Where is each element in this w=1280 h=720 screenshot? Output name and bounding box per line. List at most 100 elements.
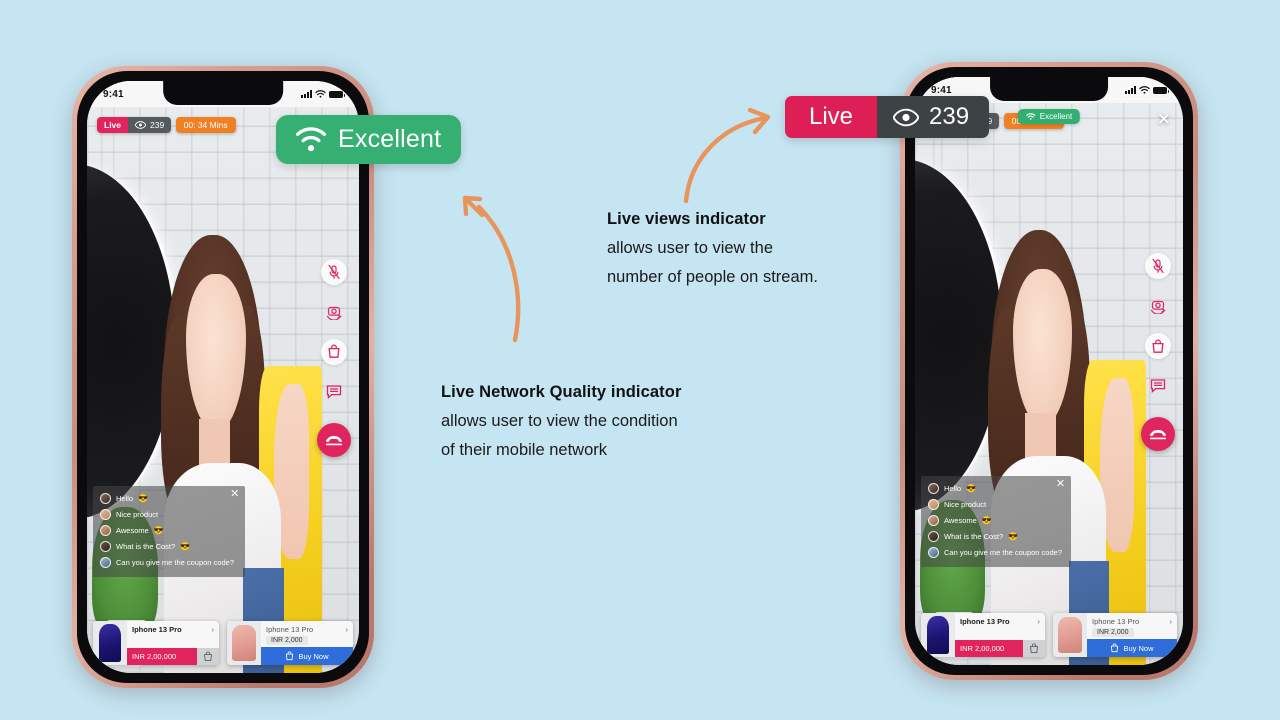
status-bar-icons [301,89,345,99]
chat-message: Can you give me the coupon code? [116,558,234,567]
shopping-bag-icon[interactable] [321,338,347,365]
network-quality-callout: Excellent [276,115,462,164]
avatar [928,515,939,526]
product-card-strip: Iphone 13 Pro › INR 2,00,000 Iphone 13 P… [921,613,1177,657]
product-price: INR 2,00,000 [955,640,1023,657]
list-item: Nice product [100,509,237,520]
product-cta: Buy Now [1087,639,1177,657]
annotation-network-quality: Live Network Quality indicator allows us… [441,383,781,465]
product-card[interactable]: Iphone 13 Pro › INR 2,00,000 [93,621,219,665]
shopping-bag-icon[interactable] [197,648,219,665]
avatar [928,547,939,558]
streamer-person [985,229,1147,665]
live-callout-views-count: 239 [929,103,970,130]
camera-flip-icon[interactable] [321,299,347,325]
annotation-live-views: Live views indicator allows user to view… [607,210,907,292]
blue-dress-image [927,615,949,655]
live-label: Live [97,117,129,133]
avatar [100,525,111,536]
pink-dress-image [1058,616,1082,654]
buy-now-button[interactable]: Buy Now [1087,639,1177,657]
chevron-right-icon[interactable]: › [1169,617,1172,626]
microphone-muted-icon[interactable] [1145,253,1171,280]
buy-now-label: Buy Now [298,651,329,661]
views-counter: 239 [128,117,172,133]
chat-message: Hello [116,494,134,503]
emoji: 😎 [966,484,977,493]
product-thumbnail [93,621,127,665]
product-cta: INR 2,00,000 [127,648,219,665]
product-price: INR 2,000 [266,636,308,645]
list-item: What is the Cost? 😎 [928,531,1063,542]
status-bar-clock: 9:41 [103,88,124,100]
shopping-bag-icon[interactable] [1145,333,1171,360]
shopping-bag-icon [1111,643,1119,653]
chat-close-icon[interactable]: ✕ [1056,479,1065,490]
chat-message: What is the Cost? [944,532,1004,541]
list-item: What is the Cost? 😎 [100,541,237,552]
emoji: 😎 [180,542,191,551]
product-thumbnail [1053,613,1087,657]
action-rail [317,258,351,457]
emoji: 😎 [138,494,149,503]
chat-bubble-icon[interactable] [1145,373,1171,399]
product-card[interactable]: Iphone 13 Pro › INR 2,000 Buy Now [1053,613,1177,657]
product-price: INR 2,00,000 [127,648,197,665]
chat-close-icon[interactable]: ✕ [230,489,239,500]
microphone-muted-icon[interactable] [321,258,347,285]
live-views-badge[interactable]: Live 239 [97,117,172,133]
product-title: Iphone 13 Pro [266,625,314,634]
chat-message: Nice product [116,510,159,519]
live-chat-overlay: ✕ Hello 😎 Nice product Awesome 😎 What is… [921,476,1072,567]
live-callout-label: Live [785,96,878,138]
phone-frame: 9:41 Live [900,62,1198,680]
chevron-right-icon[interactable]: › [345,625,348,634]
chevron-right-icon[interactable]: › [1037,617,1040,626]
blue-dress-image [99,623,121,663]
list-item: Can you give me the coupon code? [100,557,237,568]
list-item: Hello 😎 [100,493,237,504]
chat-message: Awesome [116,526,149,535]
network-quality-callout-label: Excellent [338,125,442,153]
annotation-line: of their mobile network [441,441,607,460]
product-thumbnail [921,613,955,657]
pink-dress-image [232,624,256,662]
annotation-title: Live Network Quality indicator [441,383,682,401]
shopping-bag-icon[interactable] [1023,640,1045,657]
buy-now-label: Buy Now [1123,643,1154,653]
chat-message: Can you give me the coupon code? [944,548,1062,557]
avatar [928,483,939,494]
avatar [928,531,939,542]
stream-timer-badge: 00: 34 Mins [175,117,236,133]
wifi-icon [1026,112,1036,120]
network-quality-label: Excellent [1039,112,1073,121]
live-views-callout: Live 239 [785,96,990,138]
emoji: 😎 [1008,532,1019,541]
list-item: Awesome 😎 [928,515,1063,526]
product-card-body: Iphone 13 Pro › INR 2,000 Buy Now [1087,613,1177,657]
camera-flip-icon[interactable] [1145,293,1171,319]
list-item: Hello 😎 [928,483,1063,494]
network-quality-badge[interactable]: Excellent [1017,109,1081,124]
end-call-icon[interactable] [1141,417,1175,452]
wifi-icon [315,89,326,98]
buy-now-button[interactable]: Buy Now [261,647,353,665]
phone-bezel: 9:41 Live [905,67,1193,675]
product-title: Iphone 13 Pro [960,617,1010,626]
eye-icon [135,121,147,129]
views-count-value: 239 [150,120,165,130]
signal-bars-icon [1125,86,1136,94]
chat-bubble-icon[interactable] [321,379,347,405]
annotation-line: allows user to view the [607,239,773,257]
list-item: Nice product [928,499,1063,510]
status-bar-clock: 9:41 [931,84,952,96]
shopping-bag-icon [286,651,294,661]
product-card[interactable]: Iphone 13 Pro › INR 2,000 Buy Now [227,621,353,665]
phone-screen: 9:41 Live [87,81,359,673]
product-card[interactable]: Iphone 13 Pro › INR 2,00,000 [921,613,1045,657]
product-cta: Buy Now [261,647,353,665]
chat-message: Nice product [944,500,987,509]
close-icon[interactable]: ✕ [1157,111,1171,128]
end-call-icon[interactable] [317,422,351,457]
chevron-right-icon[interactable]: › [211,625,214,634]
